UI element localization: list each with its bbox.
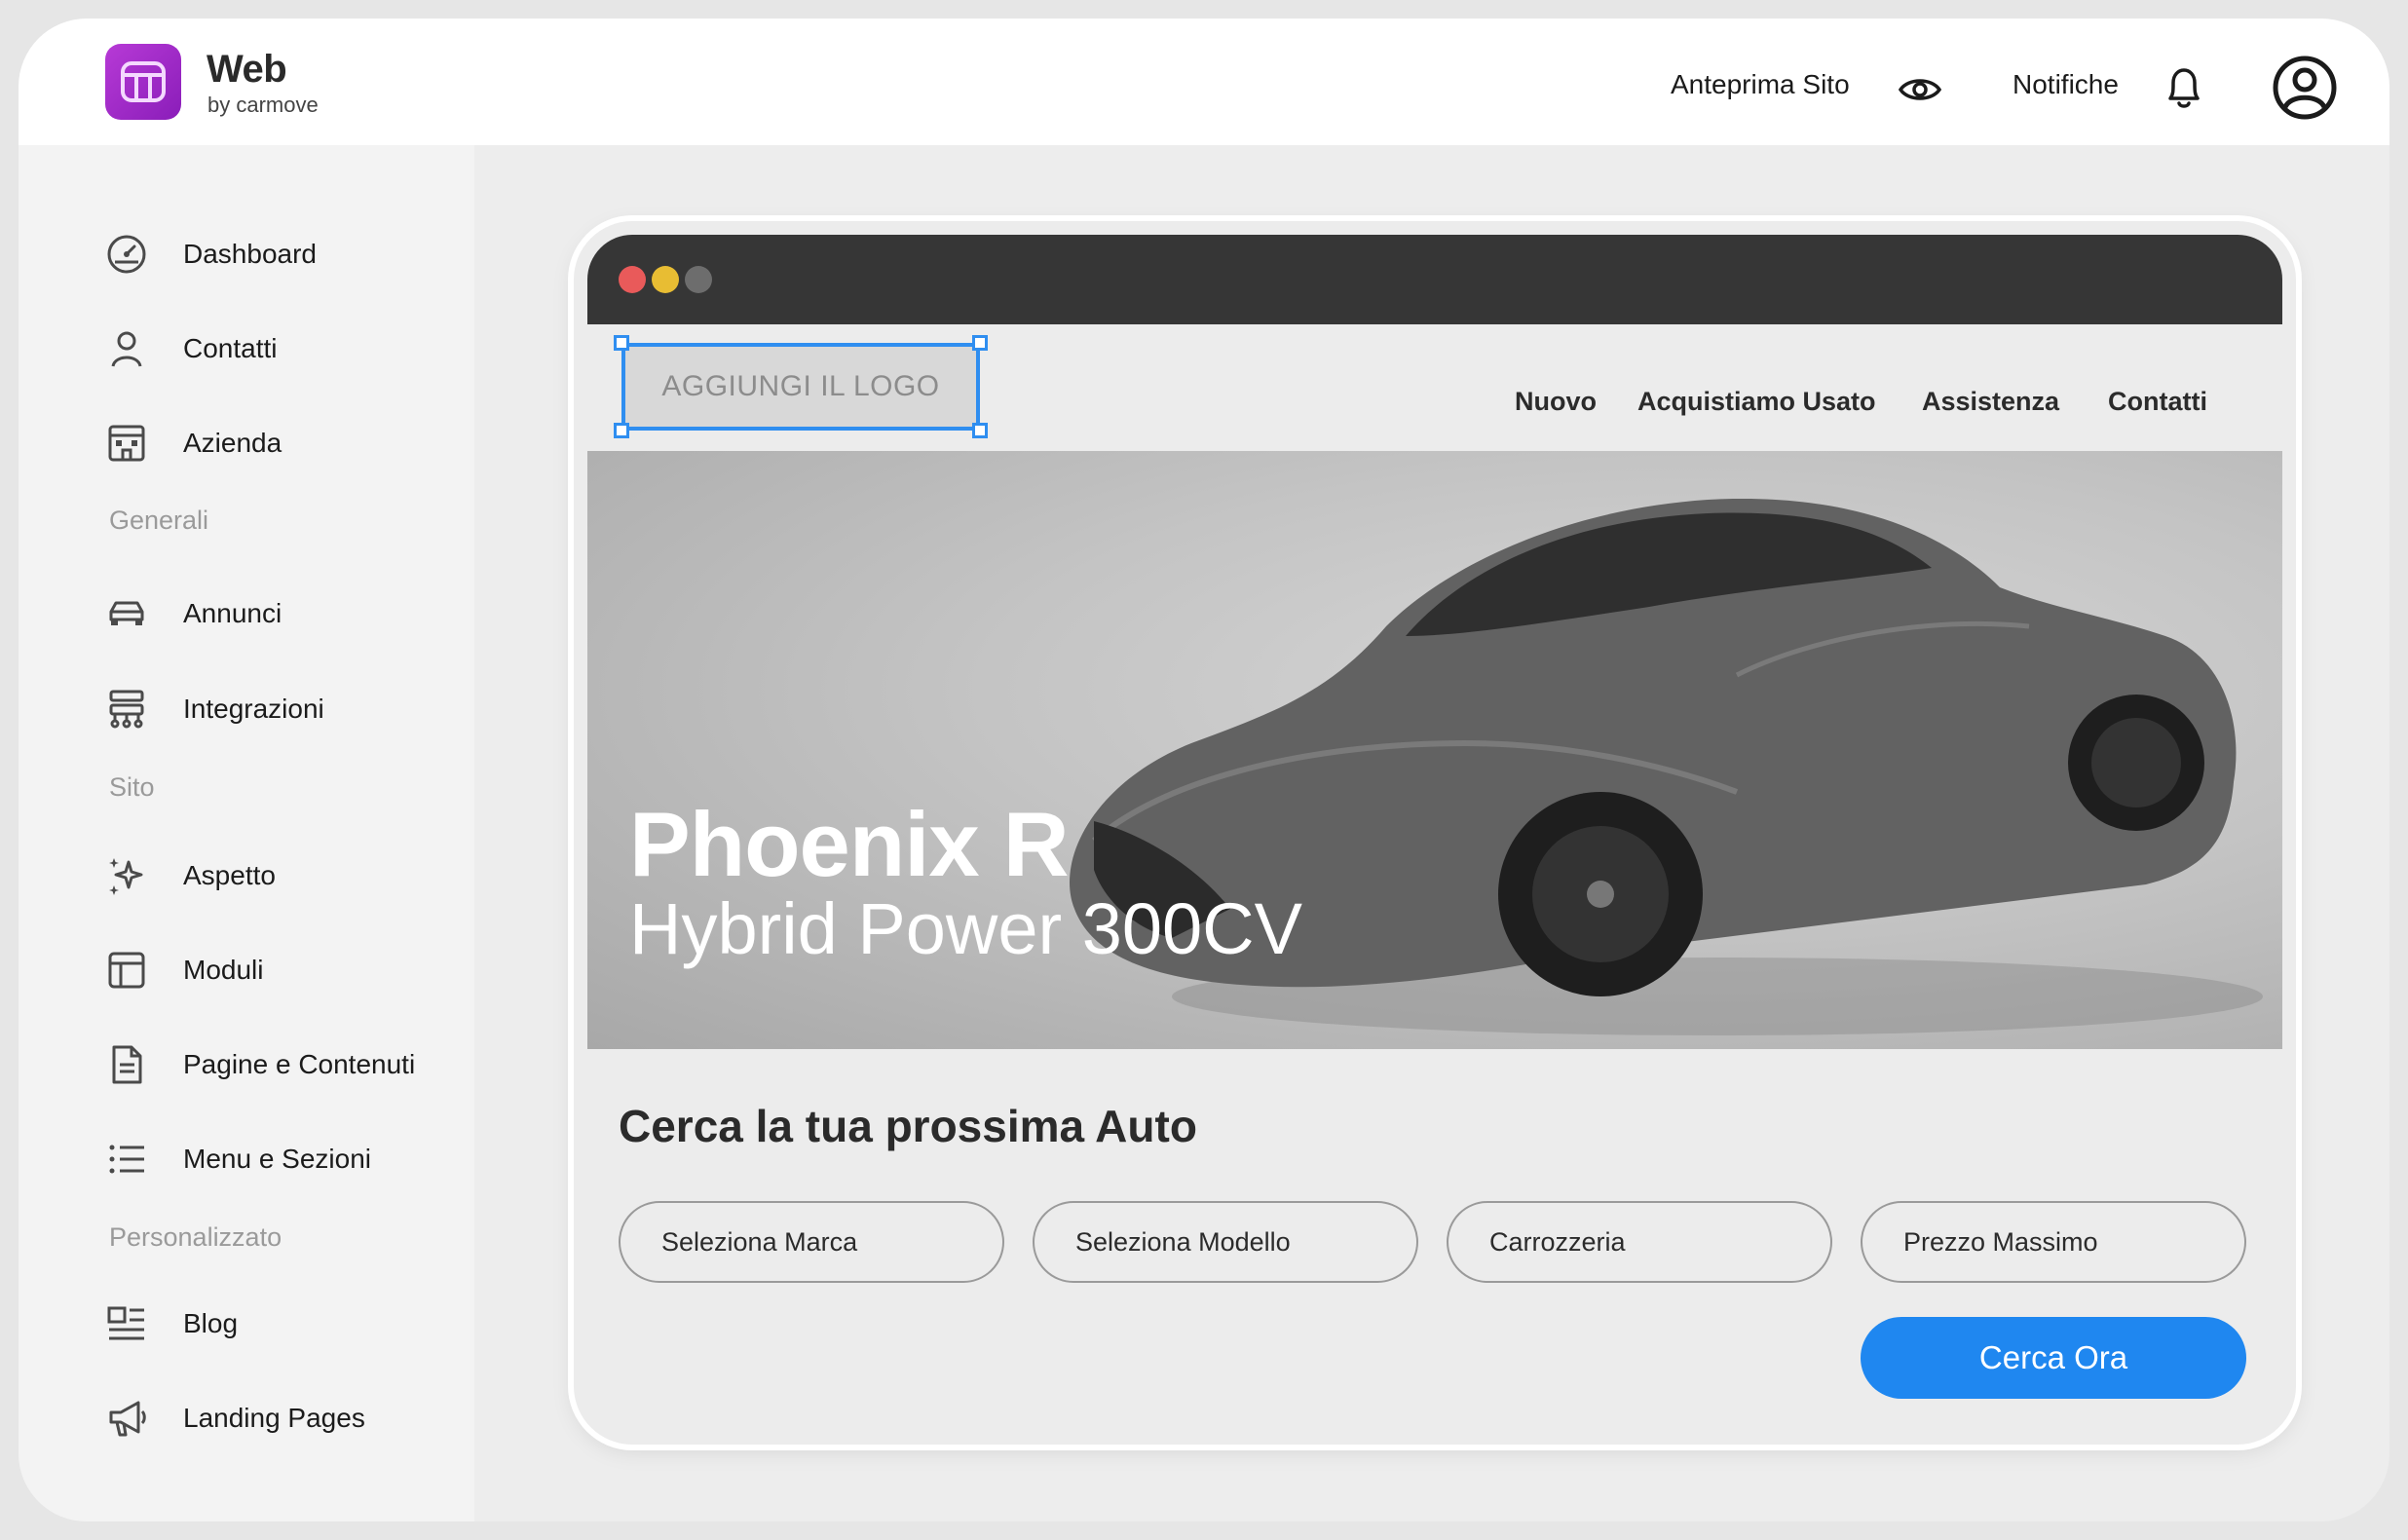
site-preview-card: AGGIUNGI IL LOGO Nuovo Acquistiamo Usato… <box>574 221 2296 1445</box>
section-label-sito: Sito <box>109 772 155 802</box>
sidebar-item-moduli[interactable]: Moduli <box>105 941 456 999</box>
hero-title: Phoenix R <box>629 793 1070 895</box>
site-nav-nuovo[interactable]: Nuovo <box>1515 387 1597 417</box>
sidebar-item-label: Dashboard <box>183 239 317 269</box>
brand-tagline: by carmove <box>207 93 319 117</box>
list-icon <box>105 1138 148 1181</box>
sidebar-item-label: Azienda <box>183 428 282 458</box>
brand-logo-icon[interactable] <box>105 44 181 120</box>
sidebar-item-label: Landing Pages <box>183 1403 365 1433</box>
sidebar-item-pagine-e-contenuti[interactable]: Pagine e Contenuti <box>105 1035 456 1094</box>
resize-handle[interactable] <box>972 335 988 351</box>
sparkles-icon <box>105 854 148 897</box>
hero-subtitle: Hybrid Power 300CV <box>629 888 1302 969</box>
section-label-personalizzato: Personalizzato <box>109 1222 282 1252</box>
sidebar-item-label: Aspetto <box>183 860 276 890</box>
sidebar-item-blog[interactable]: Blog <box>105 1295 456 1353</box>
sidebar-item-label: Annunci <box>183 598 282 628</box>
eye-icon[interactable] <box>1899 75 1941 104</box>
account-avatar-icon[interactable] <box>2273 56 2337 120</box>
browser-title-bar <box>587 235 2282 324</box>
notifications-link[interactable]: Notifiche <box>2013 69 2119 100</box>
sidebar: Dashboard Contatti Azienda Generali Annu… <box>19 145 474 1521</box>
app-window: Web by carmove Anteprima Sito Notifiche … <box>19 19 2389 1521</box>
site-header: AGGIUNGI IL LOGO Nuovo Acquistiamo Usato… <box>587 324 2282 451</box>
hero-banner: Phoenix R Hybrid Power 300CV <box>587 451 2282 1049</box>
speedometer-icon <box>105 233 148 276</box>
top-bar: Web by carmove Anteprima Sito Notifiche <box>19 19 2389 145</box>
brand-name: Web <box>207 48 287 91</box>
sidebar-item-azienda[interactable]: Azienda <box>105 414 456 472</box>
close-window-dot[interactable] <box>619 266 646 293</box>
sidebar-item-label: Moduli <box>183 955 264 985</box>
site-nav-assistenza[interactable]: Assistenza <box>1922 387 2059 417</box>
sidebar-item-dashboard[interactable]: Dashboard <box>105 225 456 283</box>
add-logo-placeholder[interactable]: AGGIUNGI IL LOGO <box>621 343 980 431</box>
sidebar-item-label: Contatti <box>183 333 278 363</box>
brand-select[interactable]: Seleziona Marca <box>619 1201 1004 1283</box>
resize-handle[interactable] <box>614 335 629 351</box>
search-section-title: Cerca la tua prossima Auto <box>619 1101 1197 1151</box>
sidebar-item-label: Pagine e Contenuti <box>183 1049 416 1079</box>
sidebar-item-aspetto[interactable]: Aspetto <box>105 846 456 905</box>
sidebar-item-annunci[interactable]: Annunci <box>105 584 456 643</box>
body-type-select[interactable]: Carrozzeria <box>1447 1201 1832 1283</box>
model-select[interactable]: Seleziona Modello <box>1033 1201 1418 1283</box>
sidebar-item-menu-e-sezioni[interactable]: Menu e Sezioni <box>105 1130 456 1188</box>
site-nav-acquistiamo-usato[interactable]: Acquistiamo Usato <box>1637 387 1876 417</box>
sidebar-item-integrazioni[interactable]: Integrazioni <box>105 680 456 738</box>
sidebar-item-label: Menu e Sezioni <box>183 1144 372 1174</box>
sidebar-item-label: Integrazioni <box>183 694 324 724</box>
hierarchy-icon <box>105 688 148 731</box>
sidebar-item-contatti[interactable]: Contatti <box>105 319 456 378</box>
sidebar-item-label: Blog <box>183 1308 239 1338</box>
sidebar-item-landing-pages[interactable]: Landing Pages <box>105 1389 456 1447</box>
section-label-generali: Generali <box>109 506 209 535</box>
building-icon <box>105 422 148 465</box>
max-price-select[interactable]: Prezzo Massimo <box>1861 1201 2246 1283</box>
resize-handle[interactable] <box>614 423 629 438</box>
blog-icon <box>105 1302 148 1345</box>
megaphone-icon <box>105 1397 148 1440</box>
document-icon <box>105 1043 148 1086</box>
car-icon <box>105 592 148 635</box>
search-now-button[interactable]: Cerca Ora <box>1861 1317 2246 1399</box>
site-nav-contatti[interactable]: Contatti <box>2108 387 2207 417</box>
bell-icon[interactable] <box>2164 65 2203 110</box>
minimize-window-dot[interactable] <box>652 266 679 293</box>
user-icon <box>105 327 148 370</box>
preview-site-link[interactable]: Anteprima Sito <box>1671 69 1850 100</box>
maximize-window-dot[interactable] <box>685 266 712 293</box>
layout-icon <box>105 949 148 992</box>
resize-handle[interactable] <box>972 423 988 438</box>
